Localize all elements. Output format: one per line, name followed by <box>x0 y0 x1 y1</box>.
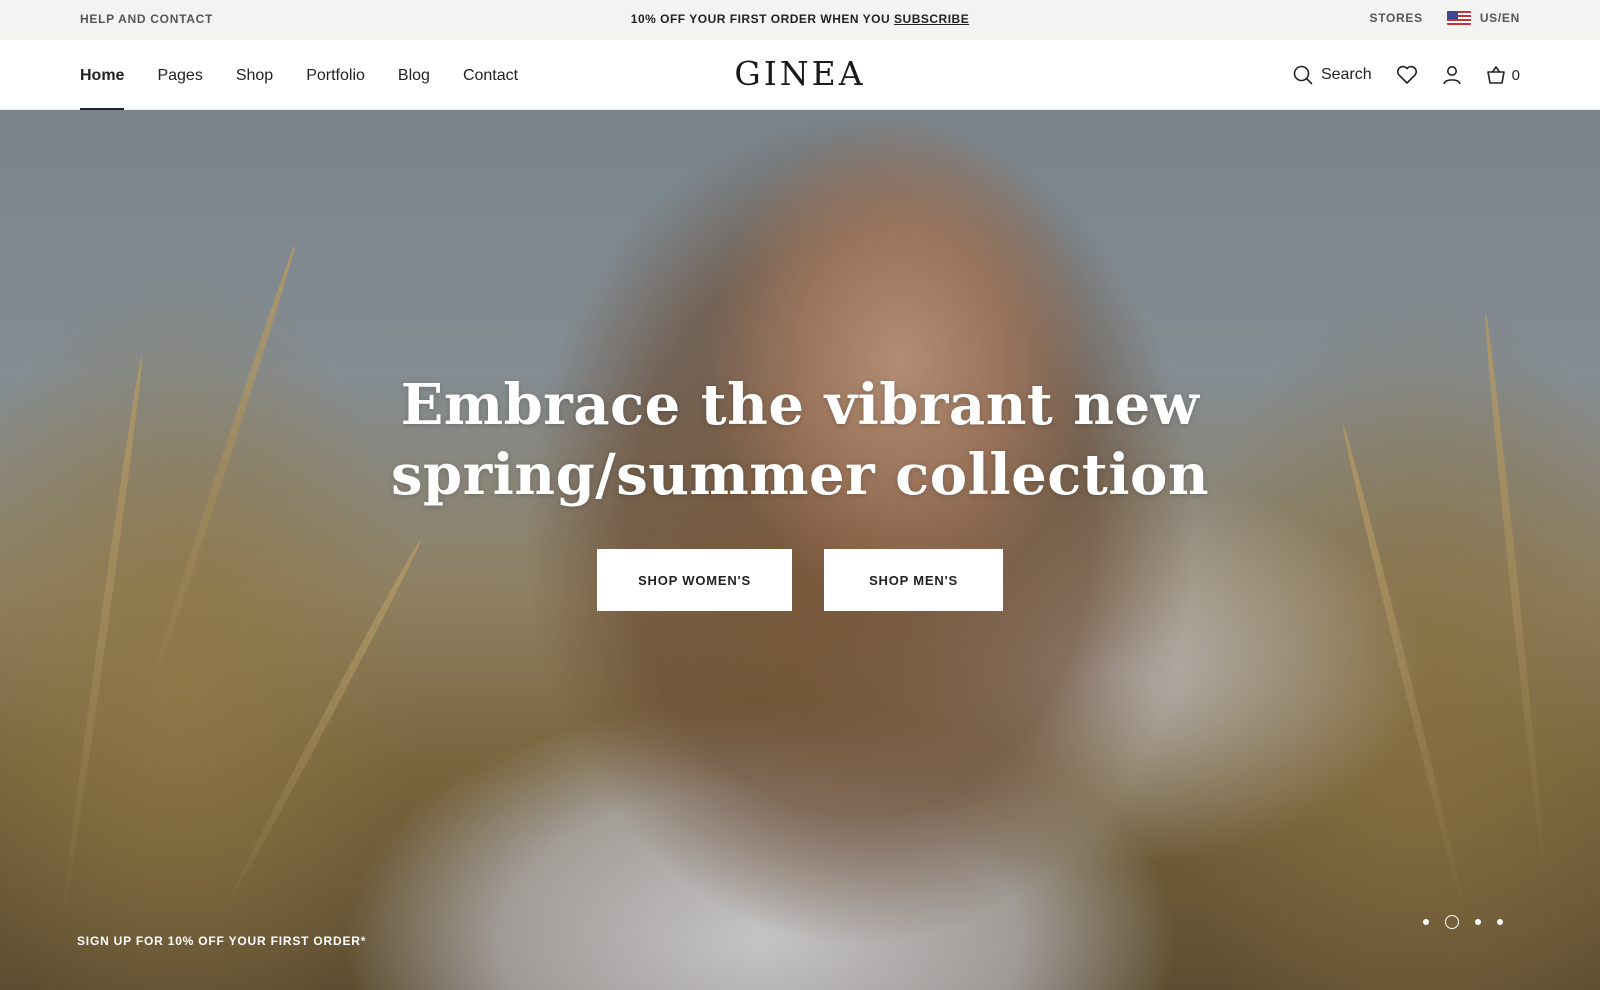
promo-message: 10% OFF YOUR FIRST ORDER WHEN YOU SUBSCR… <box>0 12 1600 26</box>
slide-dot-active[interactable] <box>1445 915 1459 929</box>
hero-banner: Embrace the vibrant new spring/summer co… <box>0 110 1600 990</box>
user-icon <box>1442 66 1461 85</box>
promo-text: 10% OFF YOUR FIRST ORDER WHEN YOU <box>630 12 895 26</box>
topbar-right: STORES US/EN <box>1369 11 1520 25</box>
slide-dot[interactable] <box>1497 919 1503 925</box>
heart-icon <box>1396 65 1417 84</box>
announcement-bar: HELP AND CONTACT 10% OFF YOUR FIRST ORDE… <box>0 0 1600 40</box>
subscribe-link[interactable]: SUBSCRIBE <box>894 12 969 26</box>
header-tools: Search 0 <box>1269 40 1520 110</box>
us-flag-icon <box>1446 11 1471 25</box>
shop-womens-button[interactable]: SHOP WOMEN'S <box>597 549 792 611</box>
shop-mens-button[interactable]: SHOP MEN'S <box>824 549 1003 611</box>
headline-line-1: Embrace the vibrant new <box>400 372 1200 438</box>
cart-button[interactable]: 0 <box>1486 65 1520 85</box>
hero-headline: Embrace the vibrant new spring/summer co… <box>0 370 1600 510</box>
cart-icon <box>1486 66 1505 84</box>
main-header: Home Pages Shop Portfolio Blog Contact G… <box>0 40 1600 110</box>
signup-link[interactable]: SIGN UP FOR 10% OFF YOUR FIRST ORDER* <box>77 934 366 948</box>
locale-selector[interactable]: US/EN <box>1480 11 1520 25</box>
stores-link[interactable]: STORES <box>1369 11 1422 25</box>
account-button[interactable] <box>1442 65 1462 85</box>
cart-count: 0 <box>1511 66 1520 84</box>
slider-pagination <box>1415 915 1511 929</box>
slide-dot[interactable] <box>1423 919 1429 925</box>
search-button[interactable]: Search <box>1293 65 1372 85</box>
search-icon <box>1293 65 1313 85</box>
headline-line-2: spring/summer collection <box>390 442 1210 508</box>
search-label: Search <box>1320 66 1372 83</box>
slide-dot[interactable] <box>1475 919 1481 925</box>
wishlist-button[interactable] <box>1396 65 1418 85</box>
hero-overlay <box>0 110 1600 990</box>
logo-text: GINEA <box>734 54 866 93</box>
